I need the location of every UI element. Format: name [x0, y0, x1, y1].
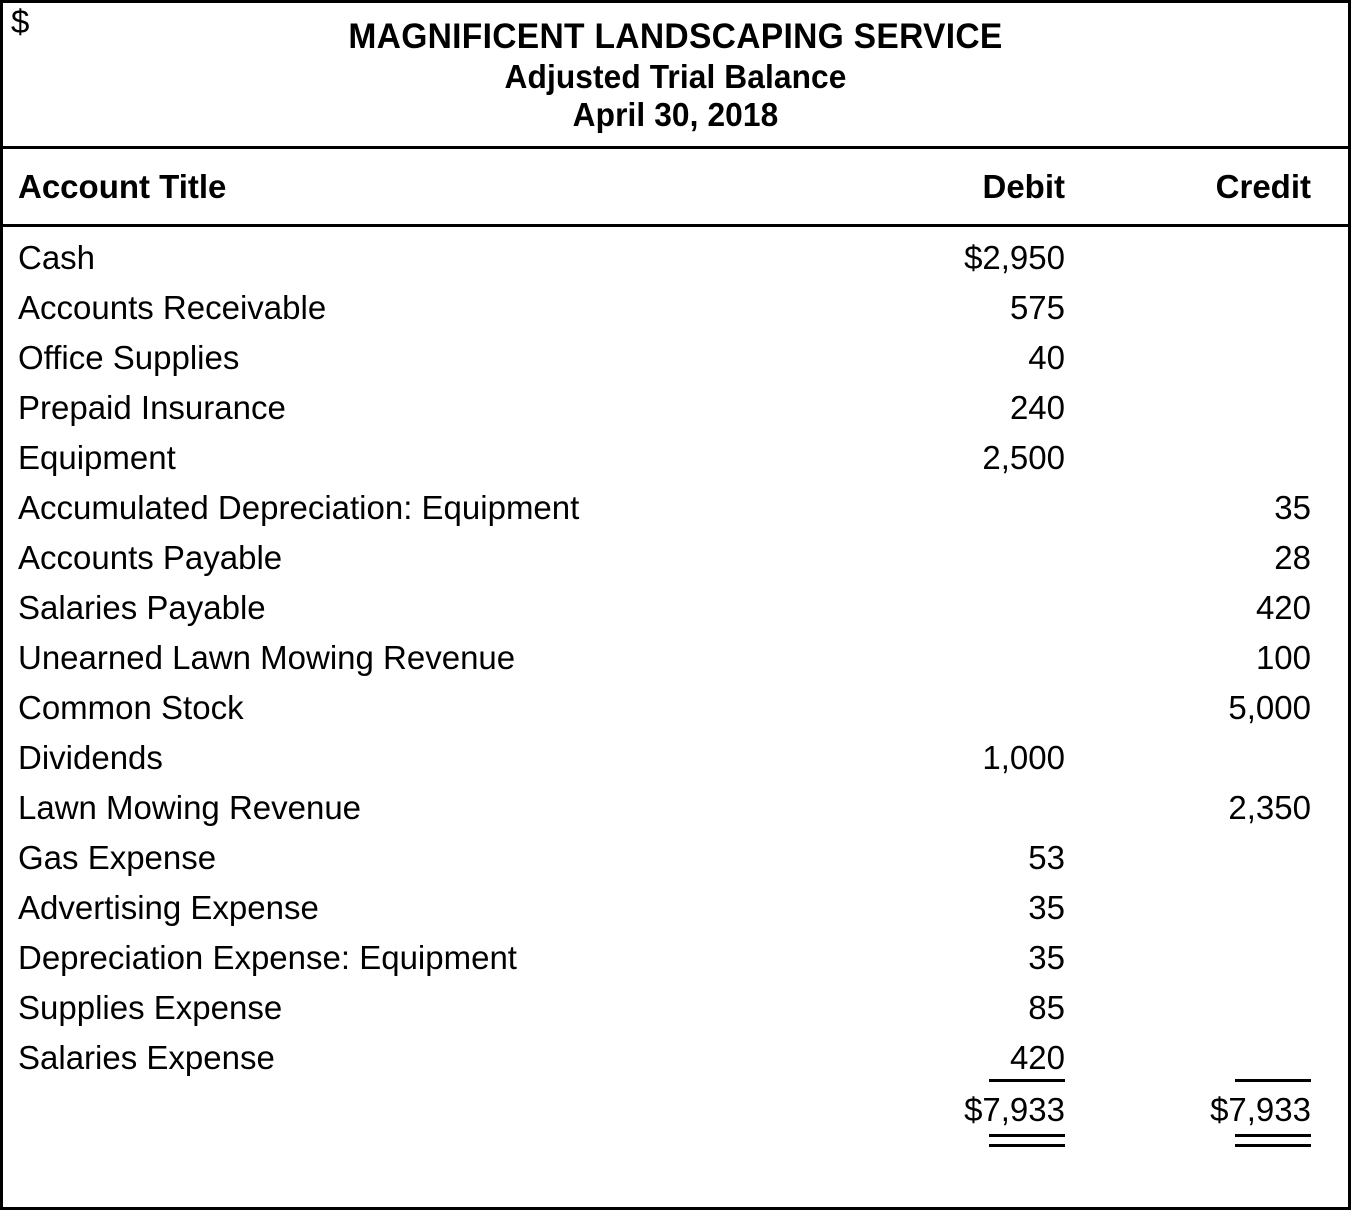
totals-debit-value-wrap: $7,933: [964, 1079, 1065, 1148]
table-row: Advertising Expense 35: [3, 889, 1348, 939]
totals-row: $7,933 $7,933: [3, 1079, 1348, 1151]
credit-amount: 5,000: [1228, 689, 1311, 727]
table-row: Accounts Payable 28: [3, 539, 1348, 589]
trial-balance-sheet: MAGNIFICENT LANDSCAPING SERVICE Adjusted…: [0, 0, 1351, 1210]
account-title-cell: Supplies Expense: [18, 989, 283, 1027]
debit-amount: 35: [1028, 889, 1065, 927]
debit-cell: 2,500: [863, 439, 1068, 477]
credit-currency-symbol: $: [11, 3, 30, 40]
table-row: Depreciation Expense: Equipment 35: [3, 939, 1348, 989]
table-row: Lawn Mowing Revenue 2,350: [3, 789, 1348, 839]
credit-cell: 28: [1068, 539, 1343, 577]
totals-credit-rule-above: [1235, 1079, 1311, 1083]
debit-cell: 575: [863, 289, 1068, 327]
totals-debit-double-rule-below: [989, 1134, 1065, 1148]
account-title-cell: Unearned Lawn Mowing Revenue: [18, 639, 516, 677]
debit-cell: 240: [863, 389, 1068, 427]
credit-cell: 100: [1068, 639, 1343, 677]
account-title-cell: Cash: [18, 239, 96, 277]
table-row: Salaries Payable 420: [3, 589, 1348, 639]
company-name: MAGNIFICENT LANDSCAPING SERVICE: [348, 17, 1003, 56]
account-title-cell: Salaries Payable: [18, 589, 266, 627]
debit-cell: $2,950: [863, 239, 1068, 277]
column-header-credit: Credit: [1215, 167, 1311, 205]
table-row: Accounts Receivable 575: [3, 289, 1348, 339]
debit-amount: 2,500: [982, 439, 1065, 477]
account-title-cell: Dividends: [18, 739, 163, 777]
account-title-cell: Depreciation Expense: Equipment: [18, 939, 517, 977]
totals-debit-cell: $7,933: [863, 1079, 1068, 1148]
debit-amount: 240: [1009, 389, 1065, 427]
debit-amount: 40: [1028, 339, 1065, 377]
debit-amount: 575: [1009, 289, 1065, 327]
credit-cell: 5,000: [1068, 689, 1343, 727]
account-title-cell: Salaries Expense: [18, 1039, 275, 1077]
account-title-cell: Office Supplies: [18, 339, 240, 377]
debit-cell: 35: [863, 939, 1068, 977]
credit-cell: $35: [11, 3, 1343, 527]
statement-date: April 30, 2018: [572, 95, 779, 133]
totals-credit-double-rule-below: [1235, 1134, 1311, 1148]
table-row: Dividends 1,000: [3, 739, 1348, 789]
debit-cell: 53: [863, 839, 1068, 877]
totals-debit-rule-above: [989, 1079, 1065, 1083]
table-row: Office Supplies 40: [3, 339, 1348, 389]
debit-cell: 40: [863, 339, 1068, 377]
table-header-row: Account Title Debit Credit: [3, 149, 1348, 228]
debit-amount: $2,950: [964, 239, 1065, 277]
debit-amount: 85: [1028, 989, 1065, 1027]
table-row: Gas Expense 53: [3, 839, 1348, 889]
account-title-cell: Lawn Mowing Revenue: [18, 789, 362, 827]
account-title-cell: Accumulated Depreciation: Equipment: [18, 489, 580, 527]
column-header-account-title: Account Title: [18, 167, 227, 205]
account-title-cell: Common Stock: [18, 689, 244, 727]
table-row: Prepaid Insurance 240: [3, 389, 1348, 439]
debit-amount: 1,000: [982, 739, 1065, 777]
debit-cell: 85: [863, 989, 1068, 1027]
account-title-cell: Gas Expense: [18, 839, 217, 877]
debit-cell: 35: [863, 889, 1068, 927]
account-title-cell: Equipment: [18, 439, 176, 477]
account-title-cell: Accounts Payable: [18, 539, 283, 577]
credit-amount: 2,350: [1228, 789, 1311, 827]
account-title-cell: Accounts Receivable: [18, 289, 327, 327]
debit-cell: 420: [863, 1039, 1068, 1077]
table-row: Supplies Expense 85: [3, 989, 1348, 1039]
credit-amount: 420: [1255, 589, 1311, 627]
debit-amount: 35: [1028, 939, 1065, 977]
totals-credit-cell: $7,933: [1068, 1079, 1343, 1148]
debit-amount: 53: [1028, 839, 1065, 877]
totals-credit-value-wrap: $7,933: [1210, 1079, 1311, 1148]
table-row: Salaries Expense 420: [3, 1039, 1348, 1089]
credit-amount: 28: [1274, 539, 1311, 577]
table-row: Equipment 2,500: [3, 439, 1348, 489]
totals-debit-value: $7,933: [964, 1091, 1065, 1129]
debit-amount: 420: [1009, 1039, 1065, 1077]
table-body: Cash $2,950 Accounts Receivable 575 Office S…: [3, 3, 1348, 1089]
table-row: Unearned Lawn Mowing Revenue 100: [3, 639, 1348, 689]
credit-cell: 2,350: [1068, 789, 1343, 827]
debit-cell: 1,000: [863, 739, 1068, 777]
credit-cell: 420: [1068, 589, 1343, 627]
credit-amount: 35: [1274, 489, 1311, 527]
account-title-cell: Prepaid Insurance: [18, 389, 286, 427]
account-title-cell: Advertising Expense: [18, 889, 319, 927]
credit-amount: 100: [1255, 639, 1311, 677]
statement-name: Adjusted Trial Balance: [504, 57, 847, 95]
document-heading: MAGNIFICENT LANDSCAPING SERVICE Adjusted…: [3, 3, 1348, 150]
table-row: Common Stock 5,000: [3, 689, 1348, 739]
totals-credit-value: $7,933: [1210, 1091, 1311, 1129]
table-row: Cash $2,950: [3, 239, 1348, 289]
table-row: Accumulated Depreciation: Equipment $35: [3, 3, 1348, 539]
column-header-debit: Debit: [982, 167, 1066, 205]
